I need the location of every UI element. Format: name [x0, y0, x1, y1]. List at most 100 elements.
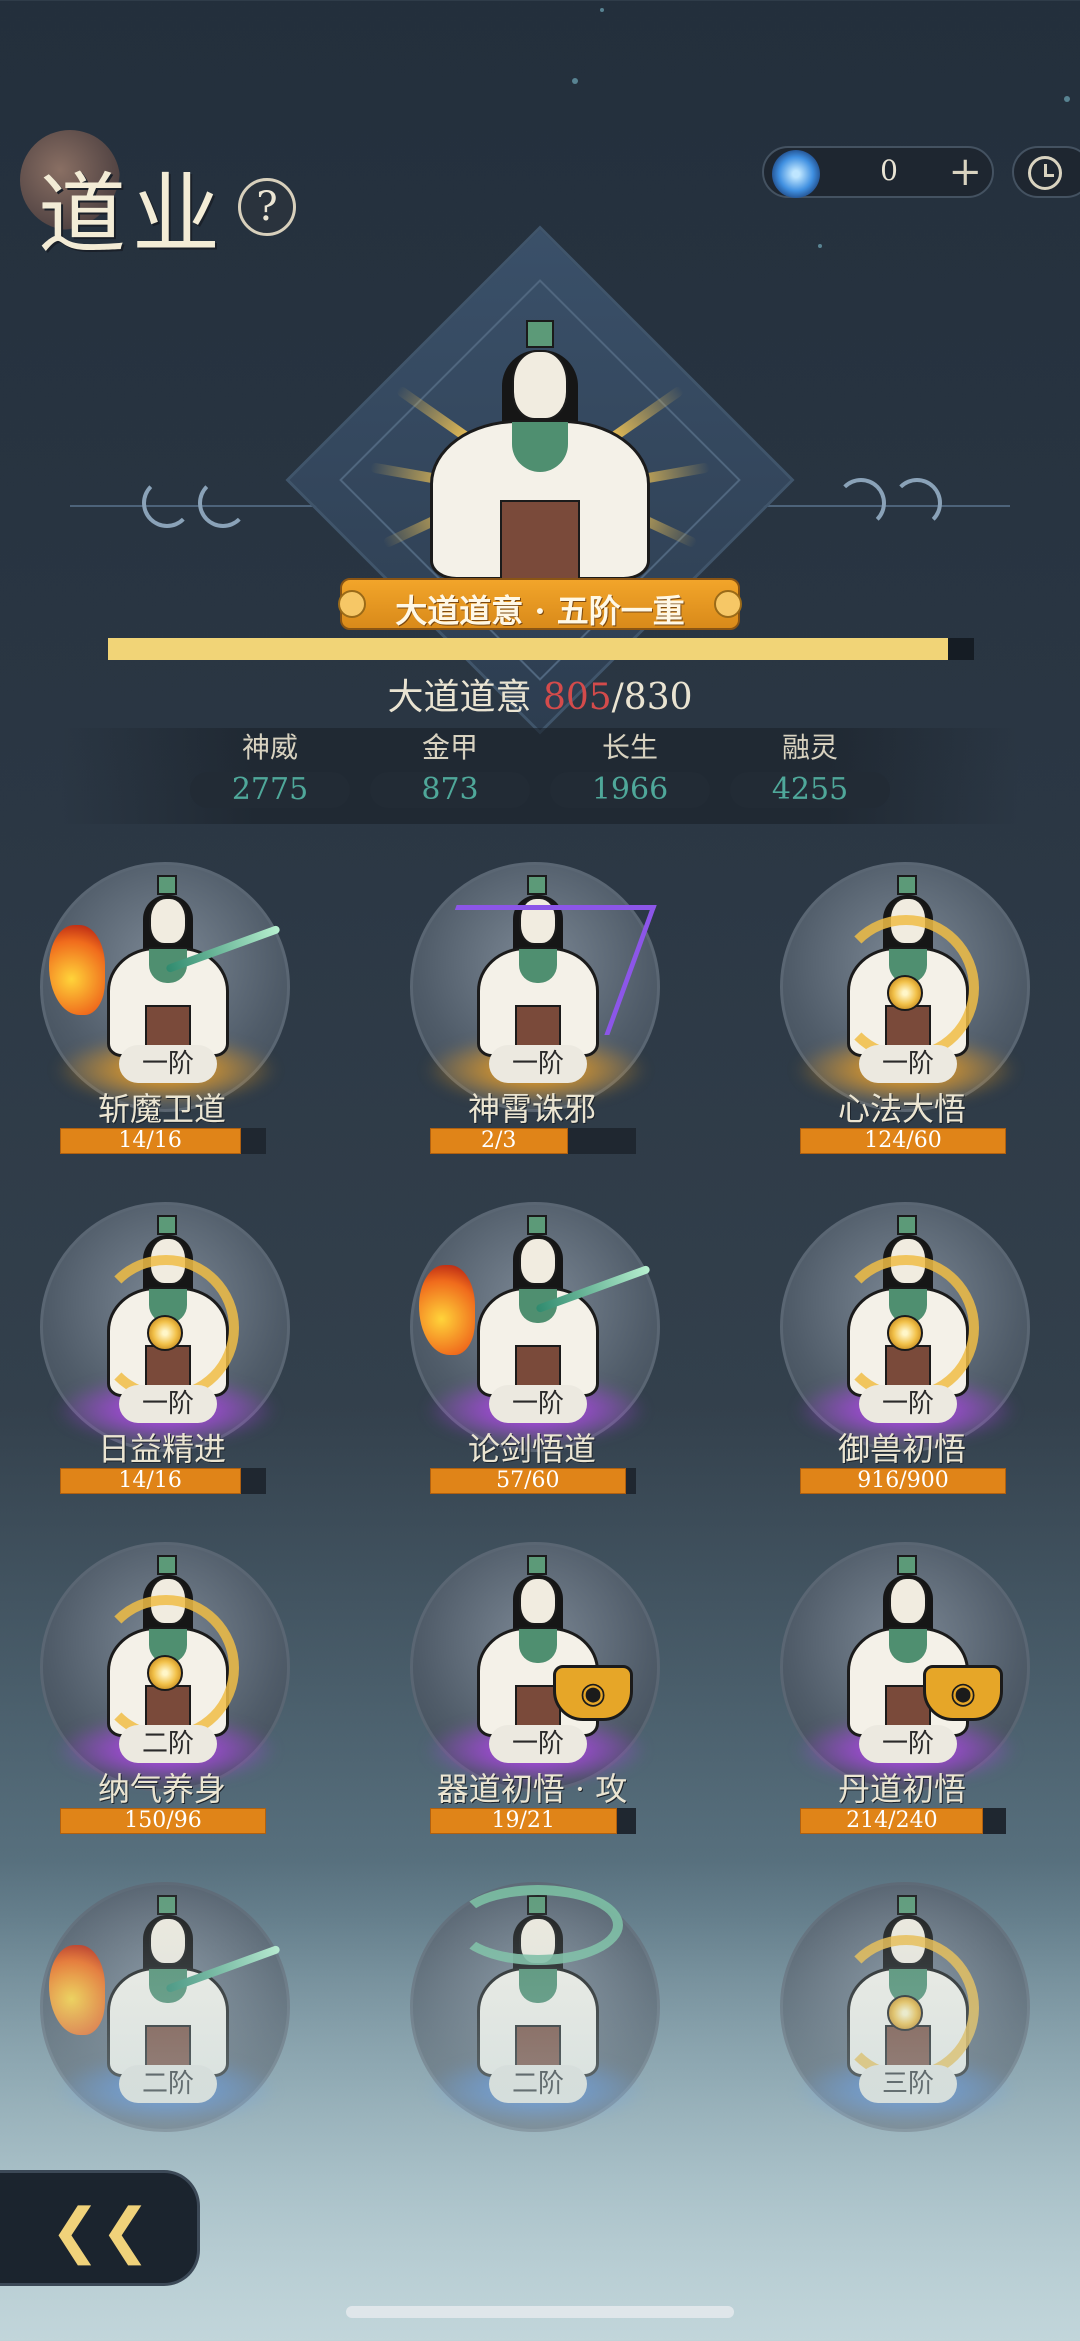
skill-name: 器道初悟 · 攻: [436, 1770, 628, 1808]
skill-card[interactable]: 一阶日益精进 14/16: [0, 1202, 292, 1512]
stat-value: 2775: [190, 772, 350, 808]
progress-current: 805: [542, 677, 612, 718]
skill-name: 心法大悟: [837, 1090, 966, 1128]
stat-shenwei: 神威 2775: [190, 728, 350, 808]
tier-badge: 一阶: [859, 1385, 957, 1423]
skill-progress-bar: 14/16: [60, 1468, 266, 1494]
golden-orb-icon: [887, 1315, 923, 1351]
skill-progress-text: 214/240: [846, 1808, 938, 1833]
skill-card[interactable]: 一阶心法大悟 124/60: [732, 862, 1032, 1172]
skill-card[interactable]: 一阶论剑悟道 57/60: [362, 1202, 662, 1512]
golden-orb-icon: [887, 975, 923, 1011]
progress-label: 大道道意: [387, 677, 532, 718]
flame-icon: [419, 1265, 475, 1355]
skill-progress-text: 916/900: [857, 1468, 949, 1493]
stats-panel: 神威 2775 金甲 873 长生 1966 融灵 4255: [60, 728, 1020, 828]
stat-value: 873: [370, 772, 530, 808]
skill-name: 神霄诛邪: [467, 1090, 596, 1128]
stat-value: 1966: [550, 772, 710, 808]
skill-portrait: 二阶: [40, 1542, 290, 1792]
main-progress-text: 大道道意 805/830: [0, 668, 1080, 720]
stat-rongling: 融灵 4255: [730, 728, 890, 808]
skill-card[interactable]: 一阶神霄诛邪 2/3: [362, 862, 662, 1172]
skill-progress-text: 2/3: [480, 1128, 517, 1153]
crescent-moon-icon: [836, 478, 886, 528]
skill-portrait: 一阶: [409, 862, 660, 1112]
golden-orb-icon: [147, 1655, 183, 1691]
skill-name: 斩魔卫道: [97, 1090, 226, 1128]
skill-card[interactable]: 二阶 纳气养身 150/96: [0, 1542, 292, 1852]
back-arrow-icon: ❮❮: [50, 2196, 151, 2266]
skill-portrait: 一阶: [40, 862, 290, 1112]
tier-badge: 一阶: [489, 1045, 587, 1083]
skill-progress-bar: 19/21: [430, 1808, 636, 1834]
skill-progress-bar: 14/16: [60, 1128, 266, 1154]
skill-progress-bar: 916/900: [800, 1468, 1006, 1494]
skill-progress-bar: 2/3: [430, 1128, 636, 1154]
skill-card[interactable]: 一阶御兽初悟 916/900: [732, 1202, 1032, 1512]
main-progress-fill: [108, 638, 949, 660]
currency-value: 0: [880, 154, 898, 187]
cauldron-icon: [553, 1665, 633, 1721]
skill-progress-bar: 57/60: [430, 1468, 636, 1494]
skill-name: 日益精进: [97, 1430, 226, 1468]
rank-label: 大道道意 · 五阶一重: [395, 592, 685, 630]
skill-progress-text: 57/60: [496, 1468, 560, 1493]
skill-card[interactable]: 一阶器道初悟 · 攻19/21: [362, 1542, 662, 1852]
history-button[interactable]: [1012, 146, 1080, 198]
background-star: [818, 244, 822, 248]
page-title: 道业: [38, 163, 227, 266]
home-indicator[interactable]: [346, 2306, 734, 2318]
skill-progress-text: 150/96: [124, 1808, 202, 1833]
tier-badge: 二阶: [119, 1725, 217, 1763]
stat-label: 金甲: [421, 731, 478, 764]
skill-portrait: 一阶: [410, 1542, 660, 1792]
progress-max: 830: [623, 677, 693, 718]
skill-progress-bar: 124/60: [800, 1128, 1006, 1154]
background-star: [600, 8, 604, 12]
crescent-moon-icon: [198, 478, 248, 528]
skill-progress-bar: 214/240: [800, 1808, 1006, 1834]
skill-portrait: 一阶: [780, 1202, 1030, 1452]
lightning-icon: [409, 905, 657, 1035]
skill-progress-text: 19/21: [491, 1808, 555, 1833]
skill-card[interactable]: 一阶斩魔卫道 14/16: [0, 862, 292, 1172]
skill-portrait: 一阶: [780, 862, 1030, 1112]
skill-name: 御兽初悟: [837, 1430, 966, 1468]
stat-label: 神威: [241, 731, 298, 764]
rank-banner: 大道道意 · 五阶一重: [338, 578, 742, 630]
skill-progress-bar: 150/96: [60, 1808, 266, 1834]
crescent-moon-icon: [892, 478, 942, 528]
hero-cultivator[interactable]: [390, 320, 690, 580]
skill-card[interactable]: 一阶丹道初悟214/240: [732, 1542, 1032, 1852]
stat-label: 长生: [601, 731, 658, 764]
progress-separator: /: [611, 677, 624, 718]
flame-icon: [49, 925, 105, 1015]
skill-name: 论剑悟道: [467, 1430, 596, 1468]
stat-jinjia: 金甲 873: [370, 728, 530, 808]
skill-portrait: 一阶: [780, 1542, 1030, 1792]
tier-badge: 一阶: [489, 1725, 587, 1763]
spirit-orb-icon: [772, 150, 820, 198]
tier-badge: 一阶: [859, 1045, 957, 1083]
tier-badge: 一阶: [489, 1385, 587, 1423]
add-currency-button[interactable]: +: [948, 148, 982, 196]
stat-label: 融灵: [781, 731, 838, 764]
cauldron-icon: [923, 1665, 1003, 1721]
skill-portrait: 一阶: [410, 1202, 660, 1452]
skill-progress-text: 14/16: [118, 1128, 182, 1153]
back-button[interactable]: ❮❮: [0, 2170, 200, 2286]
page-header: 道业 ?: [20, 130, 296, 266]
currency-display: 0 +: [762, 146, 994, 198]
skill-portrait: 一阶: [40, 1202, 290, 1452]
background-star: [572, 78, 578, 84]
stat-value: 4255: [730, 772, 890, 808]
skill-name: 丹道初悟: [837, 1770, 966, 1808]
tier-badge: 一阶: [119, 1385, 217, 1423]
help-button[interactable]: ?: [238, 178, 296, 236]
tier-badge: 一阶: [859, 1725, 957, 1763]
tier-badge: 一阶: [119, 1045, 217, 1083]
main-progress-bar: [108, 638, 974, 660]
skill-progress-text: 14/16: [118, 1468, 182, 1493]
clock-icon: [1028, 156, 1062, 190]
